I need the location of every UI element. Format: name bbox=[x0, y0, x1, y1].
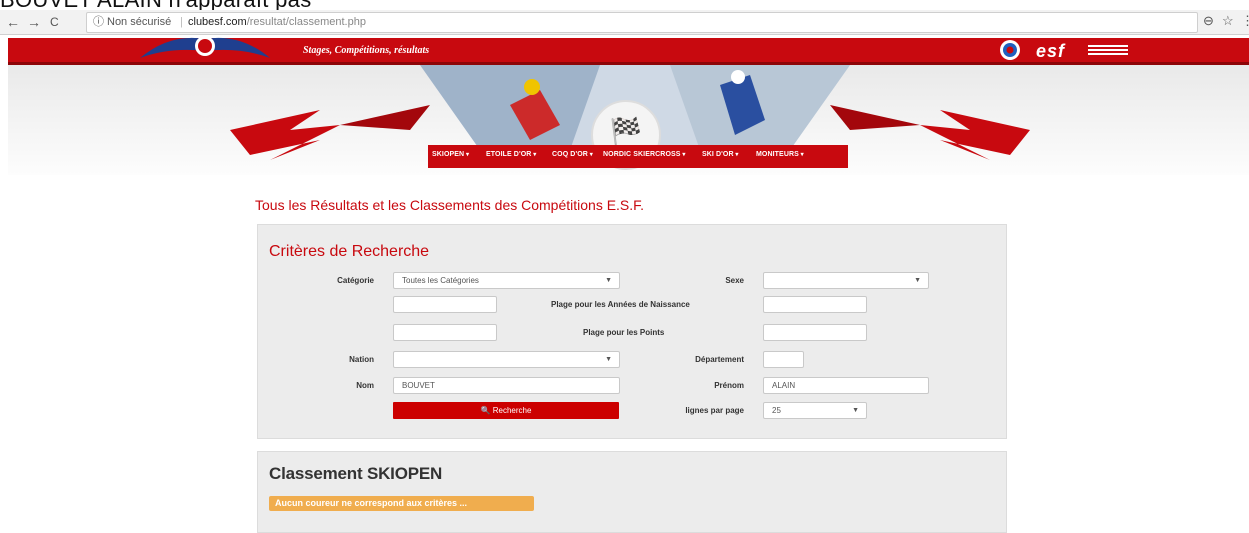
menu-item-moniteurs[interactable]: MONITEURS bbox=[756, 151, 804, 158]
nom-label: Nom bbox=[356, 381, 374, 390]
chevron-down-icon: ▼ bbox=[852, 407, 859, 414]
naissance-from-input[interactable] bbox=[393, 296, 497, 313]
security-label: Non sécurisé bbox=[107, 16, 172, 28]
nation-label: Nation bbox=[349, 355, 374, 364]
naissance-to-input[interactable] bbox=[763, 296, 867, 313]
back-icon[interactable]: ← bbox=[6, 13, 20, 31]
forward-icon[interactable]: → bbox=[27, 13, 41, 31]
chevron-down-icon: ▼ bbox=[605, 277, 612, 284]
menu-item-coq-dor[interactable]: COQ D'OR bbox=[552, 151, 593, 158]
chevron-down-icon: ▼ bbox=[914, 277, 921, 284]
menu-item-ski-dor[interactable]: SKI D'OR bbox=[702, 151, 739, 158]
search-button-label: Recherche bbox=[492, 406, 532, 415]
reload-icon[interactable]: C bbox=[50, 13, 59, 31]
chevron-down-icon: ▼ bbox=[605, 356, 612, 363]
departement-input[interactable] bbox=[763, 351, 804, 368]
search-icon: 🔍 bbox=[480, 406, 491, 415]
zoom-icon[interactable]: ⊖ bbox=[1203, 13, 1214, 29]
search-panel-title: Critères de Recherche bbox=[269, 243, 430, 260]
lignes-par-page-value: 25 bbox=[772, 406, 781, 415]
categorie-label: Catégorie bbox=[337, 276, 374, 285]
bookmark-star-icon[interactable]: ☆ bbox=[1222, 13, 1234, 29]
menu-item-etoile-dor[interactable]: ETOILE D'OR bbox=[486, 151, 536, 158]
url-path: /resultat/classement.php bbox=[246, 16, 366, 28]
categorie-value: Toutes les Catégories bbox=[402, 276, 479, 285]
url-host: clubesf.com/resultat/classement.php bbox=[188, 16, 366, 28]
info-icon[interactable]: ⓘ bbox=[93, 13, 104, 32]
points-range-label: Plage pour les Points bbox=[583, 328, 665, 337]
search-button[interactable]: 🔍 Recherche bbox=[393, 402, 619, 419]
points-to-input[interactable] bbox=[763, 324, 867, 341]
main-menu: SKIOPEN ETOILE D'OR COQ D'OR NORDIC SKIE… bbox=[428, 145, 848, 168]
points-from-input[interactable] bbox=[393, 324, 497, 341]
results-title: Classement SKIOPEN bbox=[269, 464, 443, 483]
sexe-select[interactable]: ▼ bbox=[763, 272, 929, 289]
esf-brand-text: esf bbox=[1036, 41, 1066, 61]
club-logo[interactable] bbox=[130, 33, 280, 63]
header-tagline: Stages, Compétitions, résultats bbox=[303, 45, 430, 56]
nation-select[interactable]: ▼ bbox=[393, 351, 620, 368]
menu-item-skiopen[interactable]: SKIOPEN bbox=[432, 151, 469, 158]
lignes-par-page-label: lignes par page bbox=[685, 406, 744, 415]
departement-label: Département bbox=[695, 355, 744, 364]
url-separator: | bbox=[180, 16, 183, 28]
categorie-select[interactable]: Toutes les Catégories ▼ bbox=[393, 272, 620, 289]
browser-menu-icon[interactable]: ⋮ bbox=[1241, 13, 1249, 29]
no-results-badge: Aucun coureur ne correspond aux critères… bbox=[269, 496, 534, 511]
menu-item-nordic-skiercross[interactable]: NORDIC SKIERCROSS bbox=[603, 151, 685, 158]
prenom-label: Prénom bbox=[714, 381, 744, 390]
browser-toolbar: ← → C ⓘ Non sécurisé | clubesf.com/resul… bbox=[0, 10, 1249, 35]
prenom-input[interactable]: ALAIN bbox=[763, 377, 929, 394]
lignes-par-page-select[interactable]: 25 ▼ bbox=[763, 402, 867, 419]
sexe-label: Sexe bbox=[725, 276, 744, 285]
naissance-range-label: Plage pour les Années de Naissance bbox=[551, 300, 690, 309]
nom-input[interactable]: BOUVET bbox=[393, 377, 620, 394]
page-title: Tous les Résultats et les Classements de… bbox=[255, 197, 645, 213]
address-bar[interactable]: ⓘ Non sécurisé | clubesf.com/resultat/cl… bbox=[86, 12, 1198, 33]
